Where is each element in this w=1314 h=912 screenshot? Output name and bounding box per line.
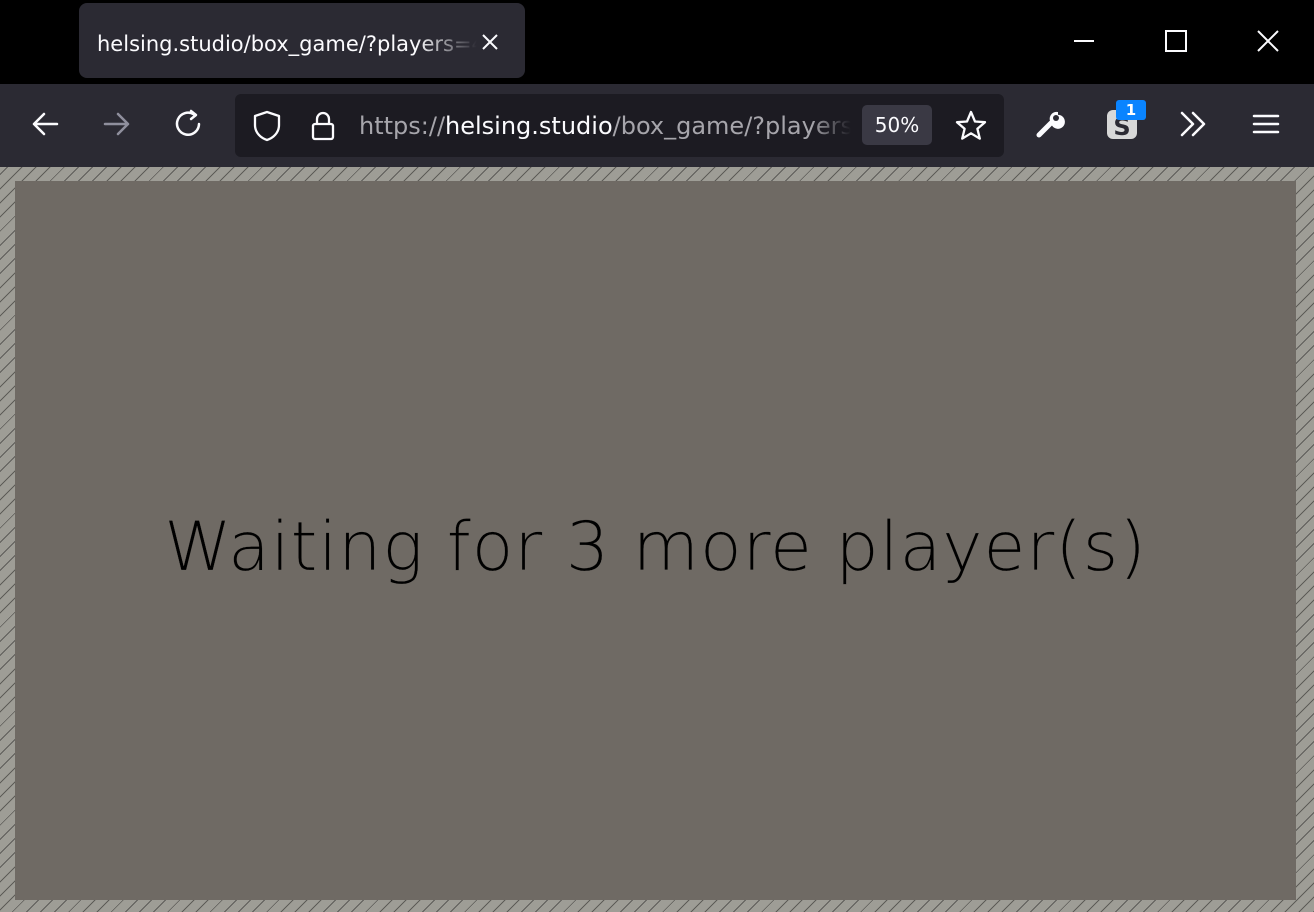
arrow-right-icon: [101, 108, 133, 144]
tab-title: helsing.studio/box_game/?players=4: [97, 32, 477, 56]
hamburger-icon: [1251, 109, 1281, 143]
extension-badge: 1: [1116, 100, 1146, 120]
url-text[interactable]: https://helsing.studio/box_game/?players…: [359, 108, 851, 144]
close-window-icon[interactable]: [1245, 18, 1291, 64]
tab-close-icon[interactable]: [477, 29, 503, 55]
waiting-message: Waiting for 3 more player(s): [164, 508, 1147, 587]
lock-icon[interactable]: [306, 109, 340, 143]
title-bar: helsing.studio/box_game/?players=4: [0, 0, 1314, 84]
double-chevron-icon: [1177, 108, 1209, 144]
reload-icon: [172, 107, 206, 145]
forward-button[interactable]: [95, 104, 139, 148]
devtools-button[interactable]: [1028, 104, 1072, 148]
url-path: /box_game/?players=4: [612, 112, 851, 140]
arrow-left-icon: [29, 108, 61, 144]
minimize-icon[interactable]: [1061, 18, 1107, 64]
wrench-icon: [1034, 108, 1066, 144]
app-menu-button[interactable]: [1244, 104, 1288, 148]
browser-tab[interactable]: helsing.studio/box_game/?players=4: [79, 3, 525, 78]
page-viewport: Waiting for 3 more player(s): [0, 167, 1314, 912]
overflow-button[interactable]: [1171, 104, 1215, 148]
url-host: helsing.studio: [445, 112, 613, 140]
navigation-bar: https://helsing.studio/box_game/?players…: [0, 84, 1314, 167]
bookmark-star-icon[interactable]: [954, 109, 988, 143]
reload-button[interactable]: [167, 104, 211, 148]
back-button[interactable]: [23, 104, 67, 148]
zoom-level-button[interactable]: 50%: [862, 105, 932, 145]
url-scheme: https://: [359, 112, 446, 140]
url-bar[interactable]: https://helsing.studio/box_game/?players…: [235, 94, 1004, 157]
shield-icon[interactable]: [250, 109, 284, 143]
maximize-icon[interactable]: [1153, 18, 1199, 64]
game-area: Waiting for 3 more player(s): [15, 181, 1296, 900]
